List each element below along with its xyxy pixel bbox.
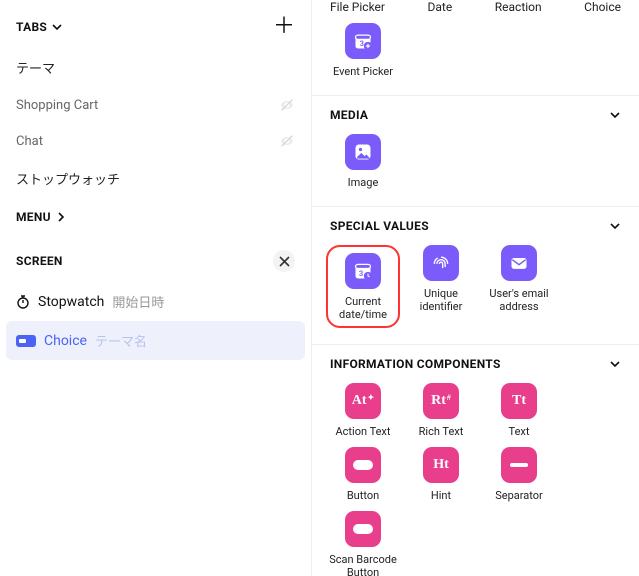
section-grid: Image — [312, 134, 639, 206]
comp-current-datetime[interactable]: 3 Current date/time — [326, 245, 400, 329]
comp-label: Action Text — [336, 425, 391, 439]
eye-off-icon — [279, 133, 295, 149]
section-title: MEDIA — [330, 108, 368, 122]
event-picker-row: 3 Event Picker — [312, 23, 639, 95]
section-header[interactable]: SPECIAL VALUES — [312, 207, 639, 245]
calendar-clock-icon: 3 — [345, 253, 381, 289]
fingerprint-icon — [423, 245, 459, 281]
action-text-icon: At✦ — [345, 383, 381, 419]
comp-action-text[interactable]: At✦ Action Text — [326, 383, 400, 439]
comp-label: Event Picker — [333, 65, 393, 79]
add-tab-button[interactable]: ＋ — [273, 16, 295, 38]
comp-label: Unique identifier — [404, 287, 478, 315]
svg-text:3: 3 — [360, 39, 364, 48]
section-title: SPECIAL VALUES — [330, 219, 429, 233]
comp-text[interactable]: Tt Text — [482, 383, 556, 439]
comp-label: Separator — [495, 489, 543, 503]
comp-choice[interactable]: Choice — [584, 0, 621, 15]
tab-label: テーマ — [16, 58, 55, 77]
chevron-down-icon — [609, 220, 621, 232]
tab-item-chat[interactable]: Chat — [6, 123, 305, 159]
section-media: MEDIA Image — [312, 95, 639, 206]
comp-rich-text[interactable]: Rt# Rich Text — [404, 383, 478, 439]
tabs-collapse[interactable]: TABS — [16, 20, 63, 34]
tab-label: Chat — [16, 134, 43, 149]
minus-icon — [501, 447, 537, 483]
svg-text:3: 3 — [359, 269, 363, 278]
chevron-down-icon — [609, 358, 621, 370]
rich-text-icon: Rt# — [423, 383, 459, 419]
comp-label: Date — [428, 0, 453, 15]
chevron-right-icon — [55, 211, 67, 223]
comp-unique-identifier[interactable]: Unique identifier — [404, 245, 478, 329]
comp-label: Rich Text — [419, 425, 464, 439]
comp-file-picker[interactable]: File Picker — [330, 0, 385, 15]
image-icon — [345, 134, 381, 170]
comp-reaction[interactable]: Reaction — [495, 0, 542, 15]
screen-item-stopwatch[interactable]: Stopwatch 開始日時 — [6, 282, 305, 321]
comp-label: Hint — [431, 489, 451, 503]
screen-item-main: Stopwatch — [38, 294, 104, 310]
screen-label: SCREEN — [16, 254, 63, 268]
chevron-down-icon — [609, 109, 621, 121]
comp-button[interactable]: Button — [326, 447, 400, 503]
button-icon — [345, 447, 381, 483]
section-special-values: SPECIAL VALUES 3 Current date/time Uniqu… — [312, 206, 639, 345]
section-grid: 3 Current date/time Unique identifier Us… — [312, 245, 639, 345]
choice-icon — [16, 335, 36, 347]
hint-icon: Ht — [423, 447, 459, 483]
section-header[interactable]: MEDIA — [312, 96, 639, 134]
right-panel: File Picker Date Reaction Choice 3 Event… — [312, 0, 639, 576]
comp-label: User's email address — [482, 287, 556, 315]
tab-label: Shopping Cart — [16, 98, 98, 113]
screen-item-choice[interactable]: Choice テーマ名 — [6, 321, 305, 360]
stopwatch-icon — [16, 295, 30, 309]
comp-user-email[interactable]: User's email address — [482, 245, 556, 329]
section-header[interactable]: INFORMATION COMPONENTS — [312, 345, 639, 383]
chevron-down-icon — [51, 21, 63, 33]
comp-image[interactable]: Image — [326, 134, 400, 190]
comp-label: Image — [348, 176, 379, 190]
eye-off-icon — [279, 97, 295, 113]
tab-item-stopwatch[interactable]: ストップウォッチ — [6, 159, 305, 198]
tab-item-shopping-cart[interactable]: Shopping Cart — [6, 87, 305, 123]
comp-date[interactable]: Date — [428, 0, 453, 15]
menu-collapse[interactable]: MENU — [6, 198, 305, 238]
close-icon — [279, 256, 290, 267]
menu-label: MENU — [16, 210, 51, 224]
comp-label: Choice — [584, 0, 621, 15]
screen-item-sub: 開始日時 — [112, 292, 164, 311]
tabs-header: TABS ＋ — [6, 10, 305, 48]
screen-header: SCREEN — [6, 238, 305, 282]
left-panel: TABS ＋ テーマ Shopping Cart Chat ストップウォッチ M… — [0, 0, 312, 576]
close-button[interactable] — [273, 250, 295, 272]
tab-item-theme[interactable]: テーマ — [6, 48, 305, 87]
mail-icon — [501, 245, 537, 281]
comp-event-picker[interactable]: 3 Event Picker — [326, 23, 400, 79]
text-icon: Tt — [501, 383, 537, 419]
comp-label: Current date/time — [330, 295, 396, 323]
comp-label: Text — [509, 425, 530, 439]
button-icon — [345, 511, 381, 547]
comp-scan-barcode[interactable]: Scan Barcode Button — [326, 511, 400, 576]
screen-item-sub: テーマ名 — [95, 331, 147, 350]
screen-item-main: Choice — [44, 333, 87, 349]
section-grid: At✦ Action Text Rt# Rich Text Tt Text Bu… — [312, 383, 639, 576]
top-row: File Picker Date Reaction Choice — [312, 0, 639, 23]
calendar-plus-icon: 3 — [345, 23, 381, 59]
tab-label: ストップウォッチ — [16, 169, 120, 188]
comp-label: Button — [347, 489, 379, 503]
comp-hint[interactable]: Ht Hint — [404, 447, 478, 503]
section-information-components: INFORMATION COMPONENTS At✦ Action Text R… — [312, 344, 639, 576]
comp-label: Scan Barcode Button — [326, 553, 400, 576]
comp-separator[interactable]: Separator — [482, 447, 556, 503]
comp-label: Reaction — [495, 0, 542, 15]
tabs-label: TABS — [16, 20, 47, 34]
section-title: INFORMATION COMPONENTS — [330, 357, 501, 371]
comp-label: File Picker — [330, 0, 385, 15]
